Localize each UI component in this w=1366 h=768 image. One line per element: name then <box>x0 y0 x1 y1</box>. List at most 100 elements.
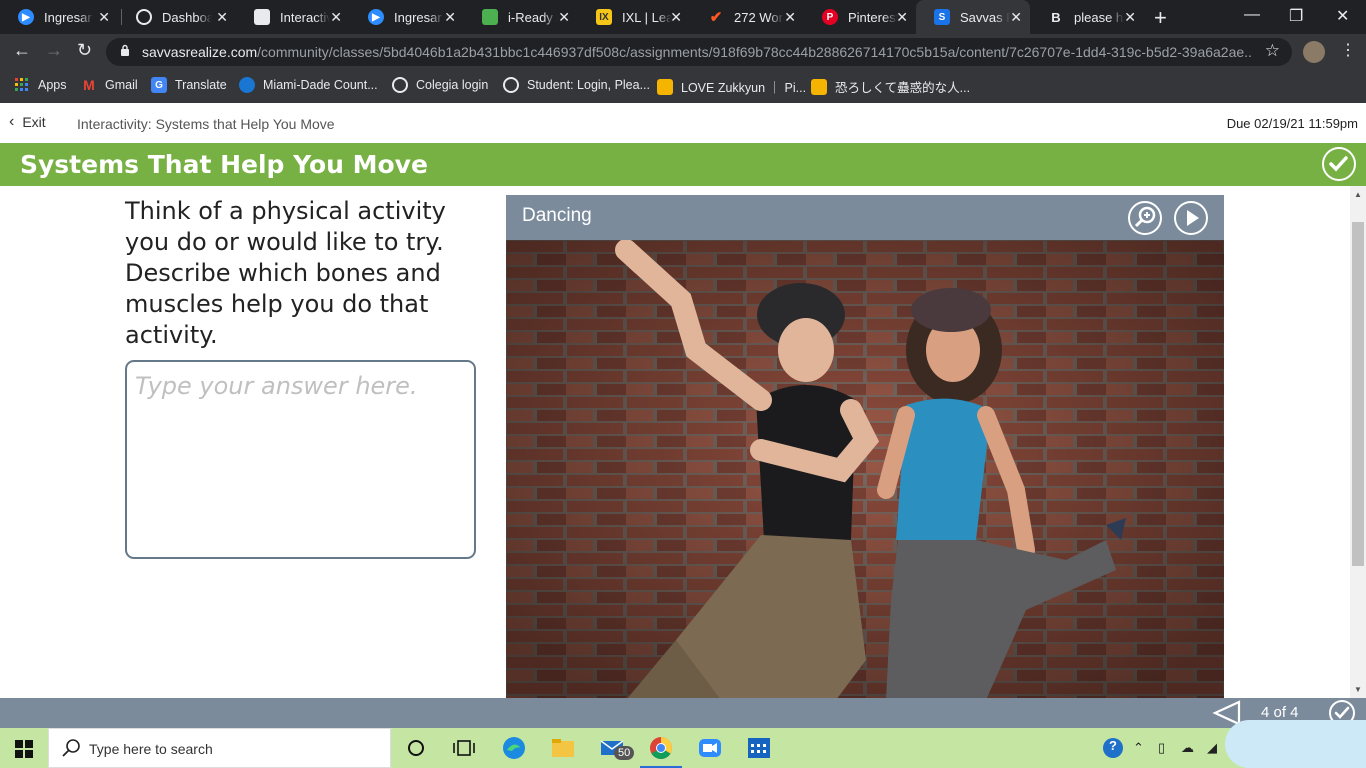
window-close-icon[interactable]: ✕ <box>1336 6 1349 26</box>
close-tab-icon[interactable]: ✕ <box>98 9 110 26</box>
zoom-icon: ▶ <box>18 9 34 25</box>
dancing-photo <box>506 240 1224 698</box>
forward-arrow-icon[interactable]: → <box>45 40 63 61</box>
close-tab-icon[interactable]: ✕ <box>1124 9 1136 26</box>
bookmark-yellow-icon <box>811 78 827 95</box>
close-tab-icon[interactable]: ✕ <box>784 9 796 26</box>
bookmark-colegia[interactable]: Colegia login <box>392 77 488 93</box>
mail-badge: 50 <box>614 746 635 760</box>
scroll-down-arrow-icon[interactable]: ▼ <box>1354 685 1362 694</box>
lesson-banner: Systems That Help You Move <box>0 143 1366 186</box>
tray-chevron-up-icon[interactable]: ⌃ <box>1133 740 1144 756</box>
close-tab-icon[interactable]: ✕ <box>1010 9 1022 26</box>
checkmark-icon <box>1329 156 1348 172</box>
tab-strip: ▶ Ingresar a ✕ Dashboard ✕ Interactivity… <box>0 0 1366 34</box>
reload-icon[interactable]: ↻ <box>77 40 92 61</box>
cortana-circle-icon[interactable] <box>404 736 428 760</box>
close-tab-icon[interactable]: ✕ <box>216 9 228 26</box>
lock-icon <box>121 44 129 56</box>
complete-check-button[interactable] <box>1322 147 1356 181</box>
brainly-icon: B <box>1051 9 1061 25</box>
answer-textarea[interactable] <box>125 360 476 559</box>
browser-tab-7[interactable]: ✔ 272 Words ✕ <box>690 0 804 34</box>
close-tab-icon[interactable]: ✕ <box>444 9 456 26</box>
apps-grid-icon <box>14 77 30 93</box>
browser-tab-4[interactable]: ▶ Ingresar a ✕ <box>350 0 464 34</box>
iready-icon <box>482 9 498 25</box>
question-prompt: Think of a physical activity you do or w… <box>125 197 446 349</box>
back-arrow-icon[interactable]: ← <box>13 40 31 61</box>
edge-icon[interactable] <box>502 736 526 760</box>
search-icon <box>62 739 80 757</box>
page-counter: 4 of 4 <box>1261 704 1299 721</box>
zoom-icon[interactable] <box>698 736 722 760</box>
address-bar[interactable]: savvasrealize.com/community/classes/5bd4… <box>106 38 1292 66</box>
zoom-icon: ▶ <box>368 9 384 25</box>
checkmark-icon: ✔ <box>709 9 723 26</box>
wifi-icon[interactable]: ◢ <box>1207 740 1217 756</box>
scrollbar-thumb[interactable] <box>1352 222 1364 566</box>
zoom-button[interactable] <box>1128 201 1162 235</box>
bookmark-gmail[interactable]: M Gmail <box>81 77 138 93</box>
globe-icon <box>392 77 408 93</box>
calendar-icon[interactable] <box>747 736 771 760</box>
savvas-icon: S <box>934 9 950 25</box>
taskbar-search-box[interactable]: Type here to search <box>48 728 391 768</box>
file-explorer-icon[interactable] <box>551 736 575 760</box>
browser-tab-2[interactable]: Dashboard ✕ <box>118 0 236 34</box>
bookmark-yellow-icon <box>657 78 673 95</box>
menu-kebab-icon[interactable]: ⋮ <box>1340 40 1356 60</box>
bookmark-love-zukkyun[interactable]: LOVE Zukkyun ｜ Pi... <box>657 77 806 96</box>
classroom-icon <box>254 9 270 25</box>
page-scrollbar[interactable]: ▲ ▼ <box>1350 186 1366 698</box>
magnifier-plus-icon <box>1134 206 1156 228</box>
pinterest-icon: P <box>822 9 838 25</box>
windows-start-icon[interactable] <box>15 740 33 758</box>
bookmark-translate[interactable]: G Translate <box>151 77 227 93</box>
device-icon[interactable]: ▯ <box>1158 740 1165 756</box>
player-footer: 4 of 4 <box>0 698 1366 728</box>
browser-tab-active[interactable]: S Savvas Re ✕ <box>916 0 1030 34</box>
chevron-left-icon: ‹ <box>9 113 15 130</box>
globe-icon <box>503 77 519 93</box>
bookmark-japanese[interactable]: 恐ろしくて蠱惑的な人... <box>811 77 970 96</box>
windows-taskbar: Type here to search 50 ? ⌃ ▯ ☁ ◢ <box>0 728 1366 768</box>
restore-icon[interactable]: ❐ <box>1289 6 1303 26</box>
chrome-icon[interactable] <box>649 736 673 760</box>
bookmarks-bar: Apps M Gmail G Translate Miami-Dade Coun… <box>0 70 1366 103</box>
task-view-icon[interactable] <box>452 736 476 760</box>
minimize-icon[interactable]: — <box>1244 6 1260 24</box>
browser-tab-6[interactable]: IX IXL | Learn ✕ <box>578 0 690 34</box>
exit-button[interactable]: ‹ Exit <box>9 113 46 131</box>
media-panel: Dancing <box>506 195 1224 698</box>
due-date: Due 02/19/21 11:59pm <box>1226 116 1358 131</box>
close-tab-icon[interactable]: ✕ <box>896 9 908 26</box>
browser-tab-10[interactable]: B please he ✕ <box>1030 0 1144 34</box>
browser-tab-1[interactable]: ▶ Ingresar a ✕ <box>0 0 118 34</box>
browser-tab-5[interactable]: i-Ready L ✕ <box>464 0 578 34</box>
close-tab-icon[interactable]: ✕ <box>330 9 342 26</box>
browser-toolbar: ← → ↻ savvasrealize.com/community/classe… <box>0 34 1366 70</box>
translate-icon: G <box>151 77 167 93</box>
bookmark-star-icon[interactable]: ☆ <box>1265 41 1280 61</box>
new-tab-plus-icon[interactable]: + <box>1154 5 1167 31</box>
breadcrumb: Interactivity: Systems that Help You Mov… <box>77 116 335 132</box>
profile-avatar[interactable] <box>1303 41 1325 63</box>
play-icon <box>1187 210 1199 226</box>
bookmark-miami-dade[interactable]: Miami-Dade Count... <box>239 77 378 93</box>
play-button[interactable] <box>1174 201 1208 235</box>
close-tab-icon[interactable]: ✕ <box>558 9 570 26</box>
bookmark-apps[interactable]: Apps <box>14 77 67 93</box>
bookmark-student-login[interactable]: Student: Login, Plea... <box>503 77 650 93</box>
taskbar-search-placeholder: Type here to search <box>89 741 213 757</box>
close-tab-icon[interactable]: ✕ <box>670 9 682 26</box>
redaction-blur <box>1225 720 1366 768</box>
mdc-icon <box>239 77 255 93</box>
browser-tab-3[interactable]: Interactivity ✕ <box>236 0 350 34</box>
scroll-up-arrow-icon[interactable]: ▲ <box>1354 190 1362 199</box>
ixl-icon: IX <box>596 9 612 25</box>
onedrive-cloud-icon[interactable]: ☁ <box>1181 740 1194 756</box>
main-content: Think of a physical activity you do or w… <box>0 186 1350 698</box>
help-icon[interactable]: ? <box>1103 738 1123 758</box>
browser-tab-8[interactable]: P Pinterest ✕ <box>804 0 916 34</box>
